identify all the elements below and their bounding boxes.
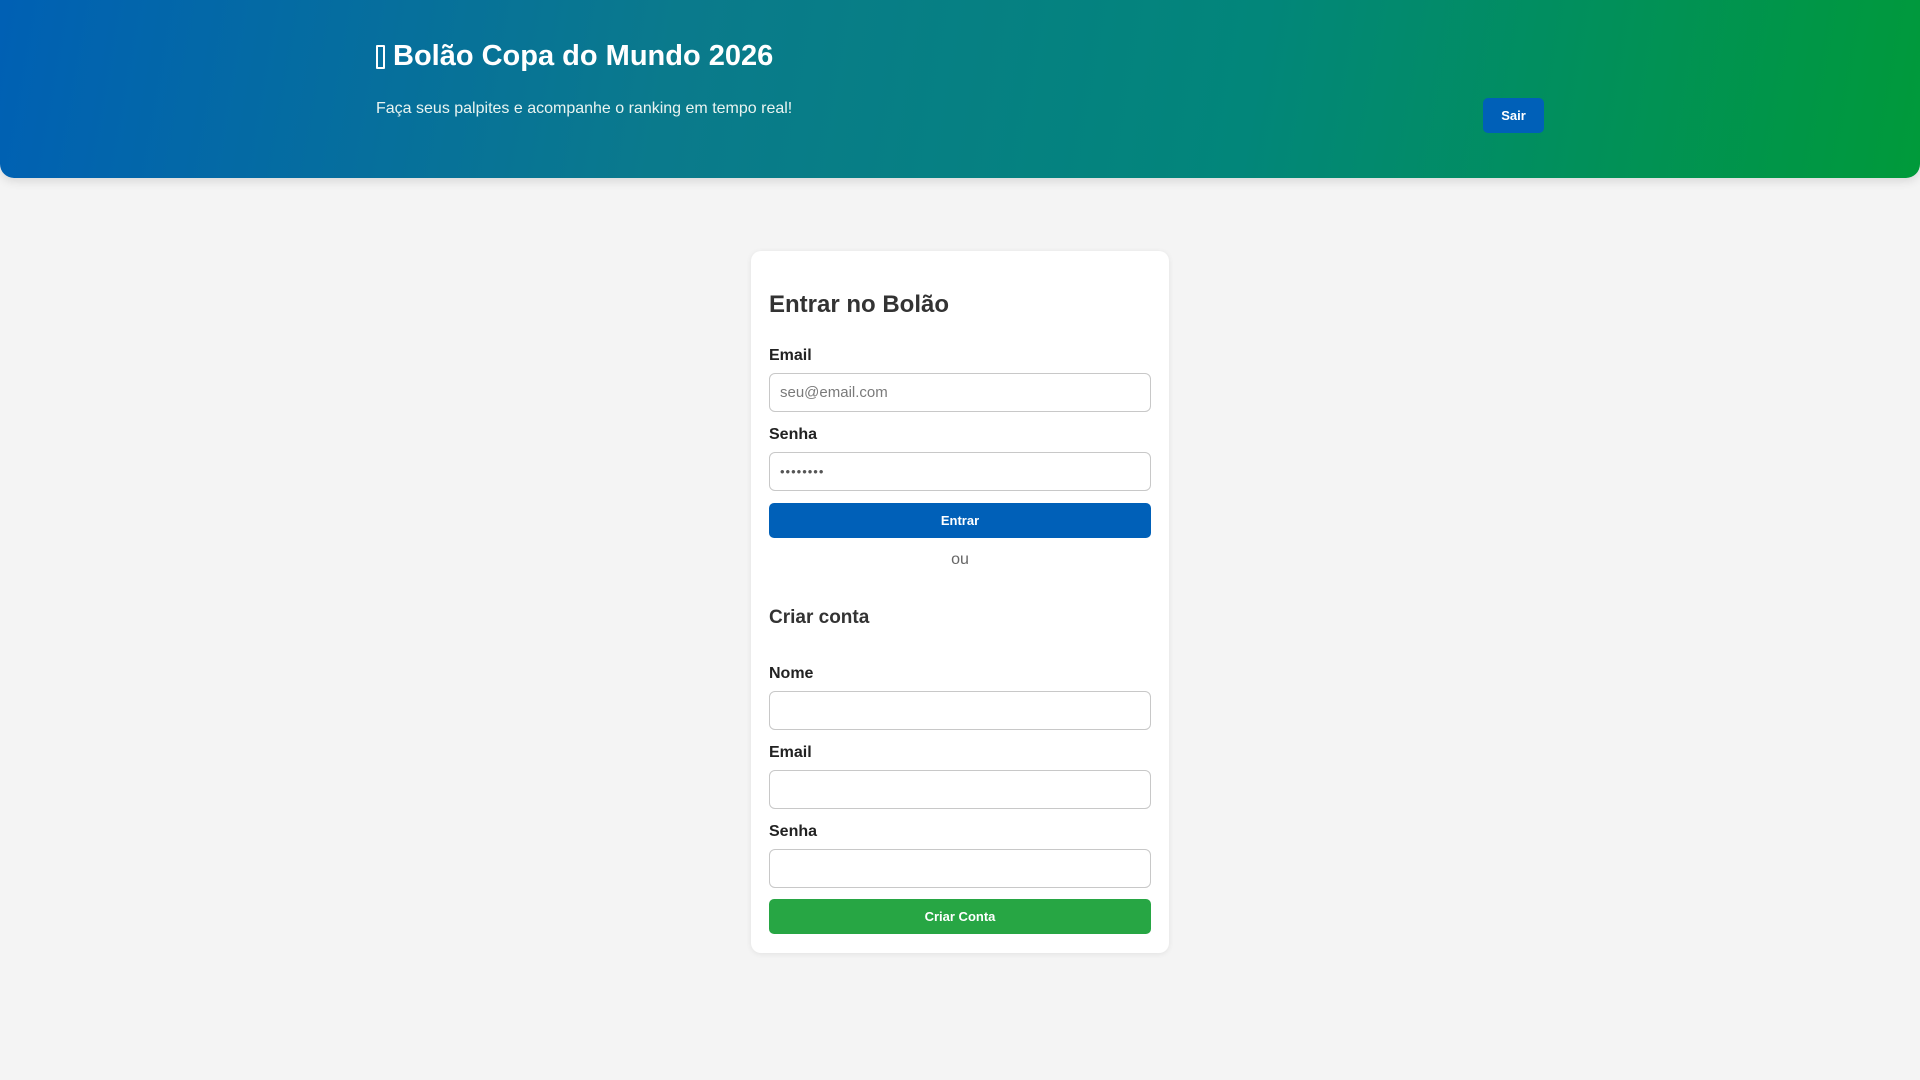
login-email-input[interactable] (769, 373, 1151, 412)
login-title: Entrar no Bolão (769, 291, 950, 318)
signup-password-label: Senha (769, 823, 818, 840)
trophy-icon (376, 44, 385, 69)
login-password-input[interactable] (769, 452, 1151, 491)
signup-password-input[interactable] (769, 849, 1151, 888)
signup-email-label: Email (769, 744, 812, 761)
page-title-text: Bolão Copa do Mundo 2026 (393, 40, 774, 72)
signup-name-input[interactable] (769, 691, 1151, 730)
login-password-label: Senha (769, 426, 818, 443)
page-title: Bolão Copa do Mundo 2026 (376, 40, 773, 73)
page-subtitle: Faça seus palpites e acompanhe o ranking… (376, 100, 793, 117)
signup-title: Criar conta (769, 607, 870, 628)
login-email-label: Email (769, 347, 812, 364)
divider-text: ou (951, 551, 969, 568)
logout-button[interactable]: Sair (1483, 98, 1544, 133)
header-container: Bolão Copa do Mundo 2026 Faça seus palpi… (376, 0, 1544, 178)
app-header: Bolão Copa do Mundo 2026 Faça seus palpi… (0, 0, 1920, 178)
signup-email-input[interactable] (769, 770, 1151, 809)
login-submit-button[interactable]: Entrar (769, 503, 1151, 538)
auth-card: Entrar no Bolão Email Senha Entrar ou Cr… (751, 251, 1169, 953)
signup-name-label: Nome (769, 665, 814, 682)
signup-submit-button[interactable]: Criar Conta (769, 899, 1151, 934)
